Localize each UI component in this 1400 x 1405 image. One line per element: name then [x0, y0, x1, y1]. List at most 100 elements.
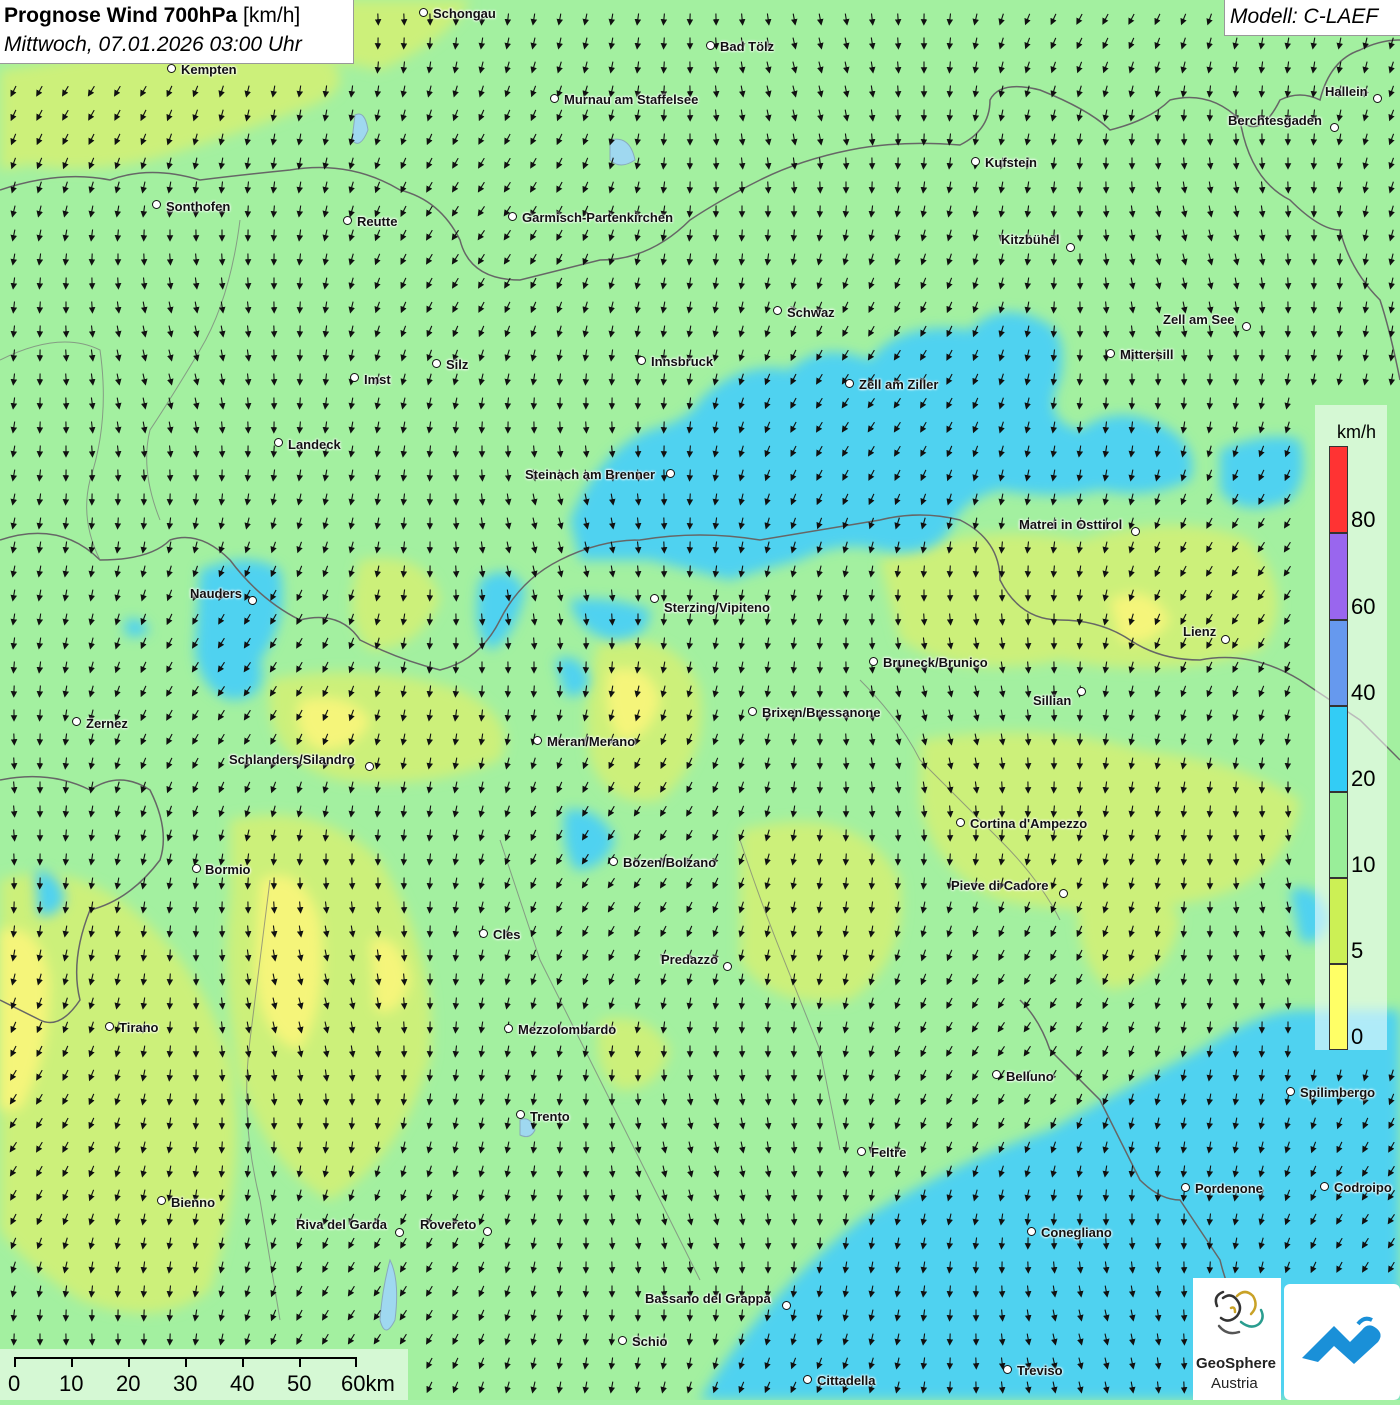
wind-arrow: [222, 1070, 223, 1079]
city-marker-icon: [1286, 1087, 1295, 1096]
wind-arrow: [352, 1118, 353, 1127]
city-marker-icon: [550, 94, 559, 103]
city-marker-icon: [483, 1227, 492, 1236]
city-label: Garmisch-Partenkirchen: [522, 210, 673, 225]
wind-arrow: [716, 38, 717, 47]
wind-arrow: [1262, 158, 1263, 167]
city-label: Kufstein: [985, 155, 1037, 170]
city-marker-icon: [971, 157, 980, 166]
city-label: Cles: [493, 927, 520, 942]
wind-arrow: [664, 62, 665, 71]
city-marker-icon: [395, 1228, 404, 1237]
wind-arrow: [1184, 1310, 1185, 1319]
wind-arrow: [560, 1190, 561, 1199]
scale-tick: [242, 1357, 244, 1367]
scale-label: 0: [8, 1371, 20, 1397]
legend-label-60: 60: [1351, 594, 1375, 620]
wind-arrow: [560, 1142, 561, 1151]
wind-arrow: [586, 1286, 587, 1295]
wind-arrow: [456, 542, 457, 551]
city-label: Sterzing/Vipiteno: [664, 600, 770, 615]
wind-arrow: [638, 638, 639, 647]
wind-arrow: [66, 494, 67, 503]
city-label: Pordenone: [1195, 1181, 1263, 1196]
wind-arrow: [196, 1118, 197, 1127]
wind-arrow: [274, 446, 275, 455]
city-marker-icon: [419, 8, 428, 17]
city-label: Matrei in Osttirol: [1019, 517, 1122, 532]
wind-arrow: [430, 38, 431, 47]
wind-arrow: [92, 302, 93, 311]
wind-arrow: [820, 1070, 821, 1079]
wind-arrow: [1054, 278, 1055, 287]
wind-arrow: [846, 854, 847, 863]
legend-bar-blue: [1329, 620, 1348, 706]
wind-arrow: [1106, 398, 1107, 407]
city-marker-icon: [857, 1147, 866, 1156]
city-marker-icon: [748, 707, 757, 716]
legend-label-20: 20: [1351, 766, 1375, 792]
wind-arrow: [170, 950, 171, 959]
city-label: Belluno: [1006, 1069, 1054, 1084]
wind-arrow: [118, 278, 119, 287]
legend-bar-cyan: [1329, 706, 1348, 792]
wind-arrow: [1262, 1046, 1263, 1055]
city-marker-icon: [72, 717, 81, 726]
wind-arrow: [846, 734, 847, 743]
wind-arrow: [170, 974, 171, 983]
model-box: Modell: C-LAEF: [1224, 0, 1400, 36]
city-label: Mezzolombardo: [518, 1022, 616, 1037]
city-label: Brixen/Bressanone: [762, 705, 881, 720]
wind-arrow: [1210, 1262, 1211, 1271]
wind-arrow: [638, 1094, 639, 1103]
scale-label: 30: [173, 1371, 197, 1397]
city-label: Schwaz: [787, 305, 835, 320]
city-marker-icon: [157, 1196, 166, 1205]
wind-arrow: [170, 998, 171, 1007]
wind-arrow: [1132, 134, 1133, 143]
wind-arrow: [248, 278, 249, 287]
wind-arrow: [1236, 926, 1237, 935]
color-legend: km/h 80 60 40 20 10 5 0: [1315, 405, 1387, 1050]
city-label: Sillian: [1033, 693, 1071, 708]
city-marker-icon: [1221, 635, 1230, 644]
city-label: Cittadella: [817, 1373, 876, 1388]
legend-bar-green: [1329, 792, 1348, 878]
wind-arrow: [560, 1214, 561, 1223]
wind-arrow: [794, 1190, 795, 1199]
wind-arrow: [40, 710, 41, 719]
city-label: Bormio: [205, 862, 251, 877]
city-label: Rovereto: [420, 1217, 476, 1232]
wind-arrow: [300, 854, 301, 863]
wind-arrow: [872, 806, 873, 815]
city-label: Mittersill: [1120, 347, 1173, 362]
city-label: Bozen/Bolzano: [623, 855, 716, 870]
wind-arrow: [430, 902, 431, 911]
city-marker-icon: [782, 1301, 791, 1310]
city-label: Schlanders/Silandro: [229, 752, 355, 767]
wind-arrow: [1132, 182, 1133, 191]
wind-arrow: [222, 950, 223, 959]
wind-arrow: [1288, 278, 1289, 287]
scale-tick: [185, 1357, 187, 1367]
city-marker-icon: [803, 1375, 812, 1384]
city-marker-icon: [508, 212, 517, 221]
wind-arrow: [430, 614, 431, 623]
city-marker-icon: [609, 857, 618, 866]
city-label: Reutte: [357, 214, 397, 229]
city-label: Trento: [530, 1109, 570, 1124]
title-main: Prognose Wind 700hPa: [4, 4, 237, 27]
wind-arrow: [794, 1142, 795, 1151]
scale-tick: [355, 1357, 357, 1367]
geosphere-logo: GeoSphere Austria: [1193, 1278, 1281, 1400]
city-marker-icon: [1131, 527, 1140, 536]
city-label: Predazzo: [661, 952, 718, 967]
city-label: Bruneck/Brunico: [883, 655, 988, 670]
wind-arrow: [1184, 398, 1185, 407]
wind-arrow: [612, 374, 613, 383]
wind-arrow: [1184, 1334, 1185, 1343]
wind-arrow: [66, 374, 67, 383]
wind-arrow: [1158, 158, 1159, 167]
legend-label-0: 0: [1351, 1024, 1363, 1050]
city-marker-icon: [248, 596, 257, 605]
